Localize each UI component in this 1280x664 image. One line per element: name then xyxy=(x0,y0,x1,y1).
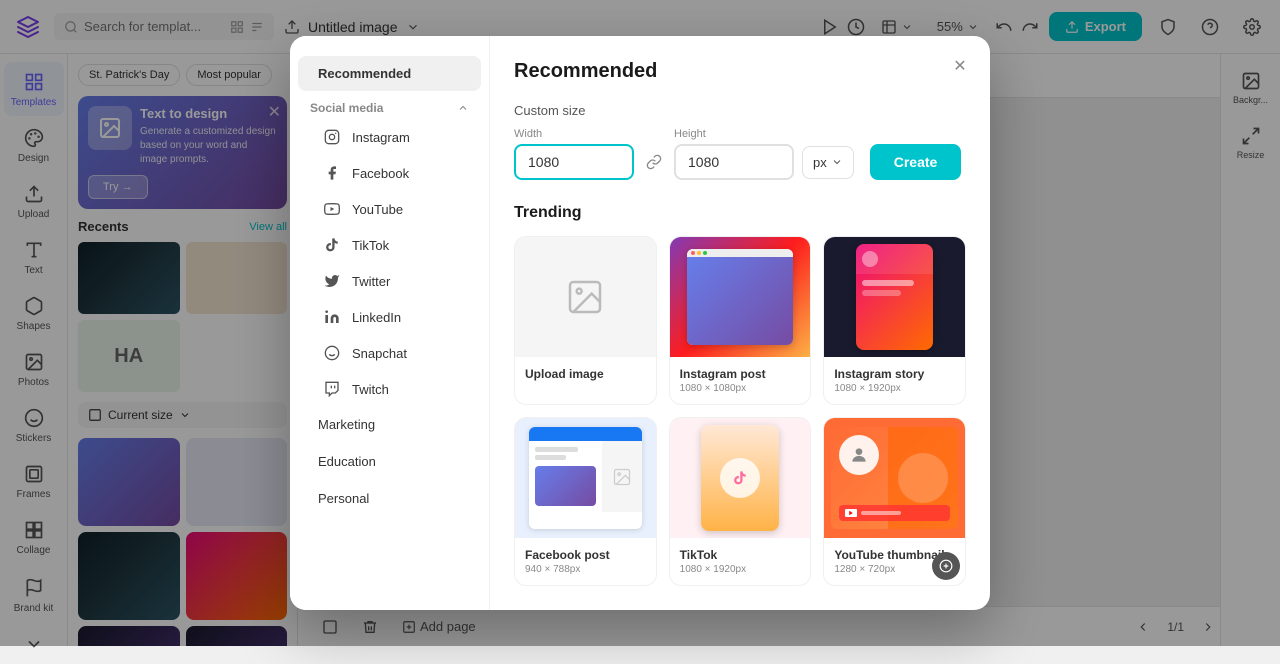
upload-card-info: Upload image xyxy=(515,357,656,391)
trending-card-ig-post[interactable]: Instagram post 1080 × 1080px xyxy=(669,236,812,405)
facebook-icon xyxy=(322,163,342,183)
snapchat-icon xyxy=(322,343,342,363)
linkedin-icon xyxy=(322,307,342,327)
fb-post-card-image xyxy=(515,418,656,538)
modal-nav-marketing[interactable]: Marketing xyxy=(298,407,481,442)
modal-nav-recommended[interactable]: Recommended xyxy=(298,56,481,91)
trending-card-ig-story[interactable]: Instagram story 1080 × 1920px xyxy=(823,236,966,405)
upload-card-name: Upload image xyxy=(525,367,646,381)
twitch-icon xyxy=(322,379,342,399)
trending-grid: Upload image xyxy=(514,236,966,586)
trending-card-upload[interactable]: Upload image xyxy=(514,236,657,405)
ig-story-card-info: Instagram story 1080 × 1920px xyxy=(824,357,965,404)
modal-nav-linkedin[interactable]: LinkedIn xyxy=(290,299,489,335)
tiktok-icon xyxy=(322,235,342,255)
tiktok-card-info: TikTok 1080 × 1920px xyxy=(670,538,811,585)
modal-nav-education[interactable]: Education xyxy=(298,444,481,479)
upload-card-image xyxy=(515,237,656,357)
youtube-icon xyxy=(322,199,342,219)
modal-nav-social-media[interactable]: Social media xyxy=(290,93,489,119)
ig-post-card-image xyxy=(670,237,811,357)
width-input[interactable] xyxy=(514,144,634,180)
modal-overlay: Recommended Social media Instagram Faceb… xyxy=(0,0,1280,646)
modal-nav-personal[interactable]: Personal xyxy=(298,481,481,516)
width-label: Width xyxy=(514,128,634,140)
modal-nav-snapchat[interactable]: Snapchat xyxy=(290,335,489,371)
modal-nav-facebook[interactable]: Facebook xyxy=(290,155,489,191)
unit-label: px xyxy=(813,155,827,170)
modal-title: Recommended xyxy=(514,60,966,83)
trending-card-tiktok[interactable]: TikTok 1080 × 1920px xyxy=(669,417,812,586)
fb-post-name: Facebook post xyxy=(525,548,646,562)
height-input-group: Height xyxy=(674,128,794,180)
recommended-modal: Recommended Social media Instagram Faceb… xyxy=(290,36,990,610)
tiktok-size: 1080 × 1920px xyxy=(680,564,801,575)
yt-thumb-card-image xyxy=(824,418,965,538)
link-dimensions-icon[interactable] xyxy=(642,150,666,174)
modal-nav-twitter[interactable]: Twitter xyxy=(290,263,489,299)
trending-title: Trending xyxy=(514,204,966,222)
modal-nav: Recommended Social media Instagram Faceb… xyxy=(290,36,490,610)
tiktok-name: TikTok xyxy=(680,548,801,562)
ig-story-name: Instagram story xyxy=(834,367,955,381)
width-input-group: Width xyxy=(514,128,634,180)
fb-post-card-info: Facebook post 940 × 788px xyxy=(515,538,656,585)
unit-select[interactable]: px xyxy=(802,146,854,179)
tiktok-card-image xyxy=(670,418,811,538)
fb-post-size: 940 × 788px xyxy=(525,564,646,575)
ig-story-size: 1080 × 1920px xyxy=(834,383,955,394)
ig-post-card-info: Instagram post 1080 × 1080px xyxy=(670,357,811,404)
height-input[interactable] xyxy=(674,144,794,180)
size-inputs: Width Height px Create xyxy=(514,128,966,180)
ig-post-size: 1080 × 1080px xyxy=(680,383,801,394)
modal-nav-twitch[interactable]: Twitch xyxy=(290,371,489,407)
modal-content: ✕ Recommended Custom size Width Height xyxy=(490,36,990,610)
trending-card-fb-post[interactable]: Facebook post 940 × 788px xyxy=(514,417,657,586)
modal-close-button[interactable]: ✕ xyxy=(946,52,974,80)
create-button[interactable]: Create xyxy=(870,144,962,180)
ig-post-name: Instagram post xyxy=(680,367,801,381)
modal-nav-youtube[interactable]: YouTube xyxy=(290,191,489,227)
instagram-icon xyxy=(322,127,342,147)
twitter-icon xyxy=(322,271,342,291)
ig-story-card-image xyxy=(824,237,965,357)
height-label: Height xyxy=(674,128,794,140)
modal-nav-instagram[interactable]: Instagram xyxy=(290,119,489,155)
custom-size-label: Custom size xyxy=(514,103,966,118)
modal-nav-tiktok[interactable]: TikTok xyxy=(290,227,489,263)
custom-size-section: Custom size Width Height px xyxy=(514,103,966,180)
